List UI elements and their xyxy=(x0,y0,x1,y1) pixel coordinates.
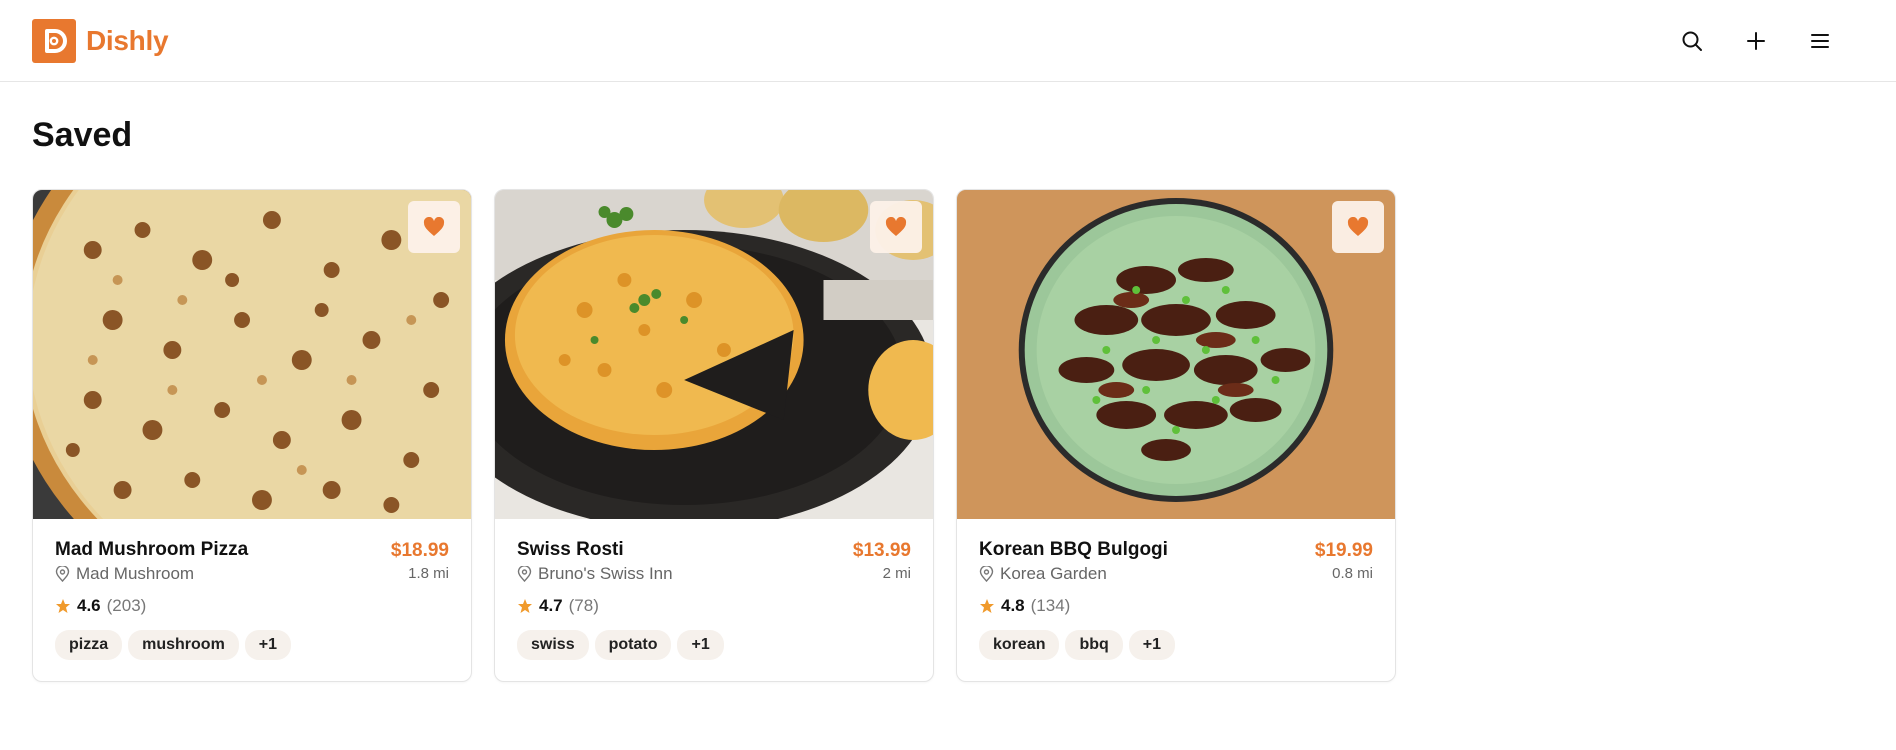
saved-page: Saved Mad Mushroom Pizza Mad Mushroom $1… xyxy=(0,82,1896,682)
tag-list: pizza mushroom +1 xyxy=(55,630,449,660)
star-icon xyxy=(980,599,994,613)
rating-value: 4.6 xyxy=(77,596,101,615)
star-icon xyxy=(518,599,532,613)
tag-list: korean bbq +1 xyxy=(979,630,1373,660)
dish-name: Mad Mushroom Pizza xyxy=(55,539,249,560)
review-count: (134) xyxy=(1030,596,1071,615)
more-tags-chip[interactable]: +1 xyxy=(677,630,724,660)
page-title: Saved xyxy=(32,116,133,154)
restaurant-name: Korea Garden xyxy=(1000,564,1107,583)
rating: 4.8 (134) xyxy=(979,596,1373,616)
price: $18.99 xyxy=(390,540,449,561)
price: $13.99 xyxy=(852,540,911,561)
plus-icon[interactable] xyxy=(1744,29,1768,53)
review-count: (78) xyxy=(568,596,599,615)
saved-dishes-grid: Mad Mushroom Pizza Mad Mushroom $18.99 1… xyxy=(32,189,1864,682)
tag-chip[interactable]: korean xyxy=(979,630,1060,660)
dish-card[interactable]: Swiss Rosti Bruno's Swiss Inn $13.99 2 m… xyxy=(494,189,934,682)
tag-chip[interactable]: swiss xyxy=(517,630,589,660)
more-tags-chip[interactable]: +1 xyxy=(1128,630,1176,660)
location-pin-icon xyxy=(517,566,532,582)
review-count: (203) xyxy=(106,596,147,615)
card-details: Mad Mushroom Pizza Mad Mushroom $18.99 1… xyxy=(33,519,471,660)
restaurant: Mad Mushroom xyxy=(55,564,248,584)
heart-icon xyxy=(423,217,445,236)
brand-name: Dishly xyxy=(86,24,169,56)
tag-chip[interactable]: pizza xyxy=(55,630,123,660)
location-pin-icon xyxy=(55,566,70,582)
rating: 4.6 (203) xyxy=(55,596,449,616)
location-pin-icon xyxy=(979,566,994,582)
rosti-photo xyxy=(495,190,933,519)
card-details: Swiss Rosti Bruno's Swiss Inn $13.99 2 m… xyxy=(495,519,933,660)
dish-card[interactable]: Korean BBQ Bulgogi Korea Garden $19.99 0… xyxy=(956,189,1396,682)
dishly-logo-icon xyxy=(32,18,76,63)
distance: 1.8 mi xyxy=(408,565,449,582)
heart-icon xyxy=(1347,217,1369,236)
tag-chip[interactable]: potato xyxy=(594,630,672,660)
top-navigation-bar: Dishly xyxy=(0,0,1896,82)
more-tags-chip[interactable]: +1 xyxy=(244,630,292,660)
restaurant-name: Mad Mushroom xyxy=(76,564,195,583)
rating-value: 4.8 xyxy=(1001,596,1025,615)
brand-logo[interactable]: Dishly xyxy=(32,18,169,63)
search-icon[interactable] xyxy=(1680,29,1704,53)
heart-icon xyxy=(885,217,907,236)
favorite-button[interactable] xyxy=(870,201,922,253)
menu-icon[interactable] xyxy=(1808,29,1832,53)
bulgogi-photo xyxy=(957,190,1395,519)
header-actions xyxy=(1680,29,1864,53)
favorite-button[interactable] xyxy=(1332,201,1384,253)
rating-value: 4.7 xyxy=(539,596,563,615)
restaurant: Korea Garden xyxy=(979,564,1168,584)
price: $19.99 xyxy=(1314,540,1373,561)
tag-chip[interactable]: bbq xyxy=(1065,630,1123,660)
rating: 4.7 (78) xyxy=(517,596,911,616)
star-icon xyxy=(56,599,70,613)
dish-name: Korean BBQ Bulgogi xyxy=(979,539,1168,560)
restaurant-name: Bruno's Swiss Inn xyxy=(538,564,673,583)
dish-card[interactable]: Mad Mushroom Pizza Mad Mushroom $18.99 1… xyxy=(32,189,472,682)
tag-chip[interactable]: mushroom xyxy=(128,630,239,660)
favorite-button[interactable] xyxy=(408,201,460,253)
tag-list: swiss potato +1 xyxy=(517,630,911,660)
distance: 2 mi xyxy=(882,565,911,582)
card-details: Korean BBQ Bulgogi Korea Garden $19.99 0… xyxy=(957,519,1395,660)
restaurant: Bruno's Swiss Inn xyxy=(517,564,673,584)
dish-name: Swiss Rosti xyxy=(517,539,624,560)
distance: 0.8 mi xyxy=(1332,565,1373,582)
pizza-photo xyxy=(33,190,471,519)
